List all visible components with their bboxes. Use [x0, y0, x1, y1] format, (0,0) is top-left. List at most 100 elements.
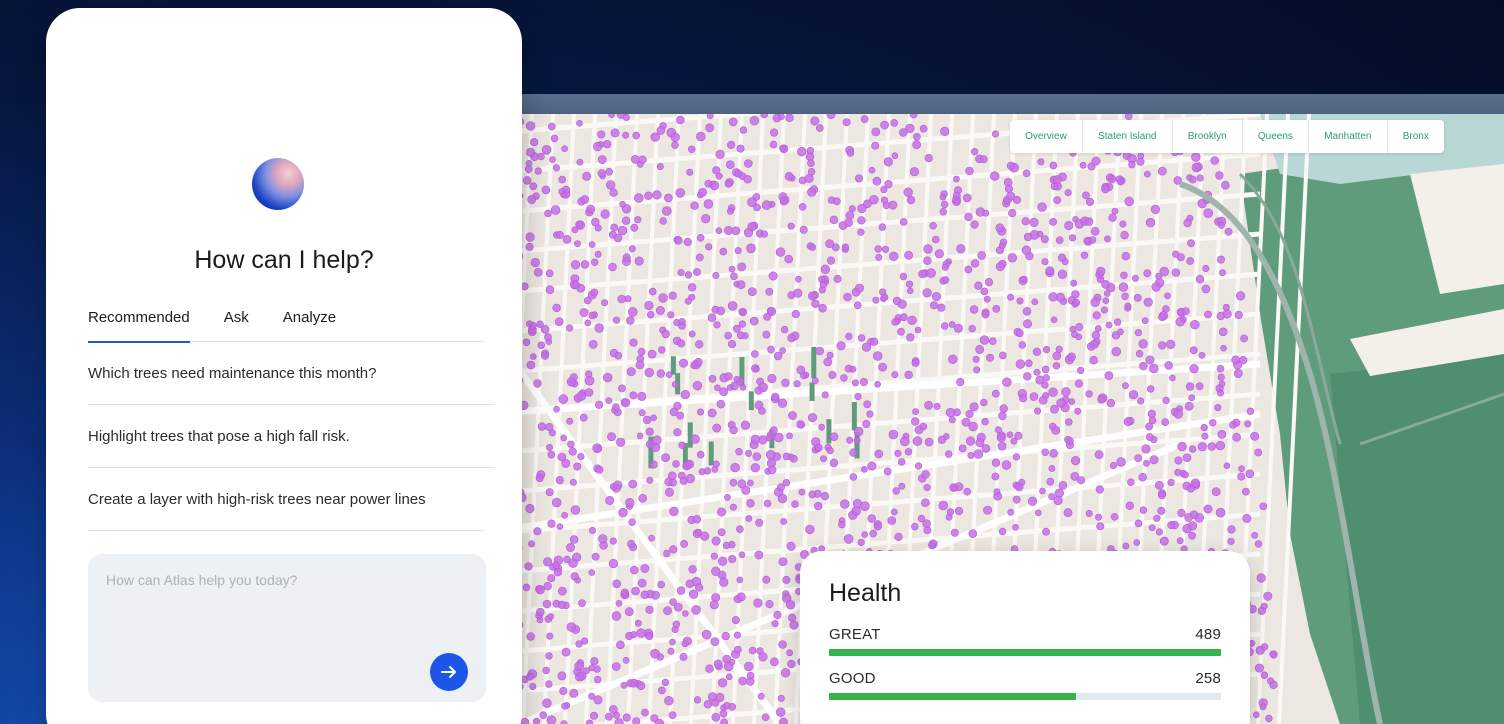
tree-marker	[832, 197, 841, 206]
tree-marker	[1185, 382, 1195, 391]
suggestion-item[interactable]: Highlight trees that pose a high fall ri…	[88, 405, 494, 468]
suggestion-item[interactable]: Create a layer with high-risk trees near…	[88, 468, 484, 531]
tree-marker	[1217, 429, 1227, 439]
tree-marker	[1085, 197, 1094, 206]
tree-marker	[1070, 279, 1078, 287]
tree-marker	[1217, 221, 1225, 229]
tree-marker	[667, 311, 675, 319]
tree-marker	[1181, 471, 1189, 479]
tree-marker	[632, 717, 641, 724]
tree-marker	[537, 152, 545, 161]
tree-marker	[1246, 407, 1255, 415]
tree-marker	[552, 561, 560, 569]
tree-marker	[630, 565, 639, 575]
tree-marker	[853, 426, 864, 437]
tab-analyze[interactable]: Analyze	[283, 308, 336, 342]
tab-ask[interactable]: Ask	[224, 308, 249, 342]
tree-marker	[786, 432, 793, 440]
tree-marker	[1018, 341, 1026, 349]
tree-marker	[890, 508, 898, 516]
tree-marker	[1124, 302, 1132, 310]
tree-marker	[695, 253, 704, 262]
tab-overview[interactable]: Overview	[1010, 120, 1083, 153]
tab-queens[interactable]: Queens	[1243, 120, 1310, 153]
tree-marker	[555, 230, 564, 239]
tree-marker	[692, 381, 703, 391]
send-button[interactable]	[430, 653, 468, 691]
tree-marker	[922, 288, 932, 298]
tree-marker	[1037, 158, 1045, 166]
chat-input[interactable]	[106, 568, 426, 592]
tree-marker	[683, 237, 692, 247]
tree-marker	[975, 438, 985, 448]
tree-marker	[749, 115, 760, 126]
tree-marker	[808, 490, 817, 499]
tree-marker	[880, 120, 889, 130]
tree-marker	[775, 247, 786, 257]
tree-marker	[566, 542, 576, 552]
tree-marker	[731, 226, 741, 236]
tree-marker	[615, 599, 623, 607]
tree-marker	[543, 582, 552, 591]
tree-marker	[1216, 389, 1224, 397]
tree-marker	[750, 463, 760, 473]
tree-marker	[833, 274, 842, 283]
tree-marker	[526, 360, 536, 370]
tree-marker	[956, 244, 966, 254]
tree-marker	[568, 447, 577, 456]
tree-marker	[993, 488, 1001, 495]
tree-marker	[605, 167, 613, 176]
tree-marker	[561, 647, 571, 657]
tab-staten-island[interactable]: Staten Island	[1083, 120, 1173, 153]
tab-manhatten[interactable]: Manhatten	[1309, 120, 1388, 153]
tab-recommended[interactable]: Recommended	[88, 308, 190, 343]
suggestion-item[interactable]: Which trees need maintenance this month?	[88, 342, 494, 405]
tree-marker	[647, 349, 657, 359]
tab-bronx[interactable]: Bronx	[1388, 120, 1444, 153]
tree-marker	[811, 299, 820, 308]
suggestion-list: Which trees need maintenance this month?…	[88, 342, 494, 531]
tree-marker	[703, 199, 714, 209]
tree-marker	[650, 648, 660, 659]
tree-marker	[762, 330, 771, 339]
tree-marker	[588, 569, 596, 576]
tree-marker	[622, 114, 630, 121]
tree-marker	[1036, 230, 1044, 238]
tree-marker	[682, 610, 689, 617]
tree-marker	[726, 160, 735, 170]
tree-marker	[591, 552, 600, 561]
tree-marker	[703, 700, 713, 709]
tree-marker	[609, 705, 618, 714]
tree-marker	[1100, 306, 1108, 314]
tree-marker	[696, 234, 705, 242]
tree-marker	[525, 160, 533, 167]
tree-marker	[1188, 445, 1197, 453]
tree-marker	[579, 308, 589, 317]
tree-marker	[664, 487, 674, 497]
tree-marker	[1150, 204, 1161, 214]
tree-marker	[953, 323, 963, 333]
tab-brooklyn[interactable]: Brooklyn	[1173, 120, 1243, 153]
tree-marker	[998, 527, 1007, 536]
tree-marker	[1022, 319, 1032, 329]
tree-marker	[576, 158, 584, 166]
tree-marker	[780, 518, 788, 525]
tree-marker	[684, 271, 692, 279]
tree-marker	[1182, 307, 1190, 315]
tree-marker	[545, 652, 553, 660]
tree-marker	[899, 436, 910, 447]
tree-marker	[996, 433, 1006, 443]
tree-marker	[645, 605, 654, 614]
tree-marker	[857, 538, 865, 547]
tree-marker	[612, 403, 620, 411]
tree-marker	[529, 182, 538, 191]
tree-marker	[1056, 398, 1066, 408]
tree-marker	[758, 652, 768, 662]
tree-marker	[1068, 234, 1077, 242]
tree-marker	[738, 308, 746, 315]
tree-marker	[1074, 407, 1082, 415]
tree-marker	[789, 620, 799, 630]
tree-marker	[1054, 488, 1064, 498]
tree-marker	[1220, 344, 1227, 352]
tree-marker	[713, 659, 723, 669]
